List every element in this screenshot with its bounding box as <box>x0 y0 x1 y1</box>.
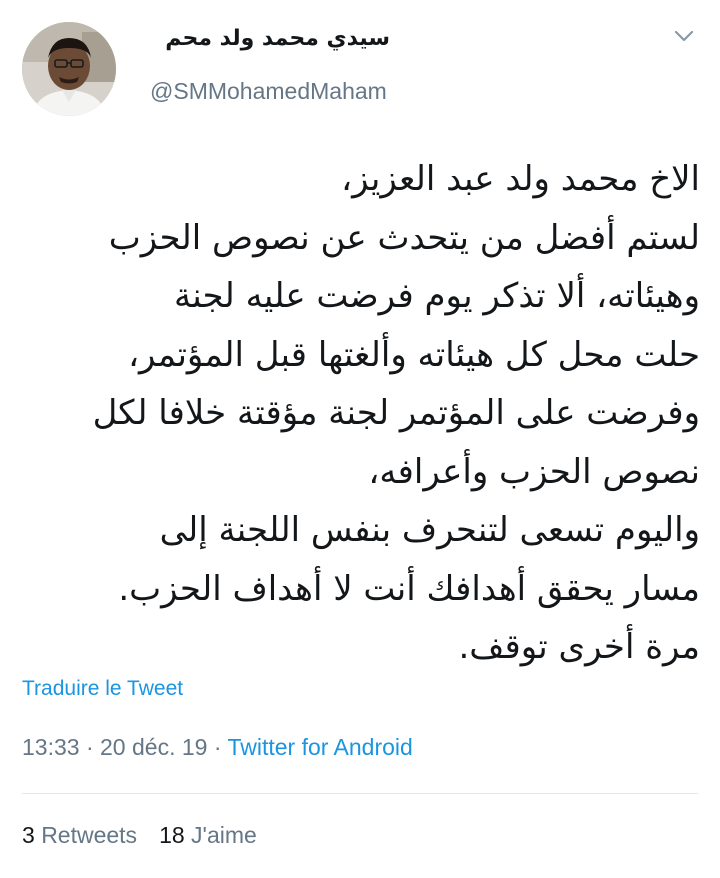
tweet-date: 20 déc. 19 <box>100 734 208 760</box>
tweet-text-line: مسار يحقق أهدافك أنت لا أهداف الحزب. <box>118 568 700 609</box>
tweet-text-line: مرة أخرى توقف. <box>458 627 700 667</box>
likes-count: 18 <box>159 822 185 848</box>
author-handle[interactable]: @SMMohamedMaham <box>150 78 387 105</box>
likes-stat[interactable]: 18 J'aime <box>159 822 257 848</box>
tweet-text: الاخ محمد ولد عبد العزيز، لستم أفضل من ي… <box>20 150 700 677</box>
retweets-stat[interactable]: 3 Retweets <box>22 822 137 848</box>
tweet-text-line: لستم أفضل من يتحدث عن نصوص الحزب <box>108 217 700 258</box>
chevron-down-icon[interactable] <box>673 28 695 44</box>
tweet-text-line: واليوم تسعى لتنحرف بنفس اللجنة إلى <box>159 510 700 550</box>
divider <box>22 793 698 794</box>
tweet-stats: 3 Retweets 18 J'aime <box>22 822 257 849</box>
likes-label: J'aime <box>191 822 257 848</box>
tweet-text-line: وهيئاته، ألا تذكر يوم فرضت عليه لجنة <box>173 276 700 316</box>
meta-separator: · <box>79 734 101 760</box>
meta-separator: · <box>207 734 228 760</box>
retweets-label: Retweets <box>41 822 138 848</box>
translate-tweet-link[interactable]: Traduire le Tweet <box>22 677 183 701</box>
avatar[interactable] <box>22 22 116 116</box>
tweet-text-line: حلت محل كل هيئاته وألغتها قبل المؤتمر، <box>128 334 700 375</box>
profile-photo-icon <box>22 22 116 116</box>
retweets-count: 3 <box>22 822 35 848</box>
tweet-source-link[interactable]: Twitter for Android <box>227 734 412 760</box>
tweet-time: 13:33 <box>22 734 80 760</box>
tweet-detail: سيدي محمد ولد محم @SMMohamedMaham الاخ م… <box>0 0 720 878</box>
tweet-text-line: الاخ محمد ولد عبد العزيز، <box>341 159 700 199</box>
tweet-text-line: نصوص الحزب وأعرافه، <box>368 451 700 492</box>
author-display-name[interactable]: سيدي محمد ولد محم <box>165 26 390 51</box>
tweet-text-line: وفرضت على المؤتمر لجنة مؤقتة خلافا لكل <box>92 393 700 433</box>
tweet-metadata: 13:33 · 20 déc. 19 · Twitter for Android <box>22 734 413 761</box>
